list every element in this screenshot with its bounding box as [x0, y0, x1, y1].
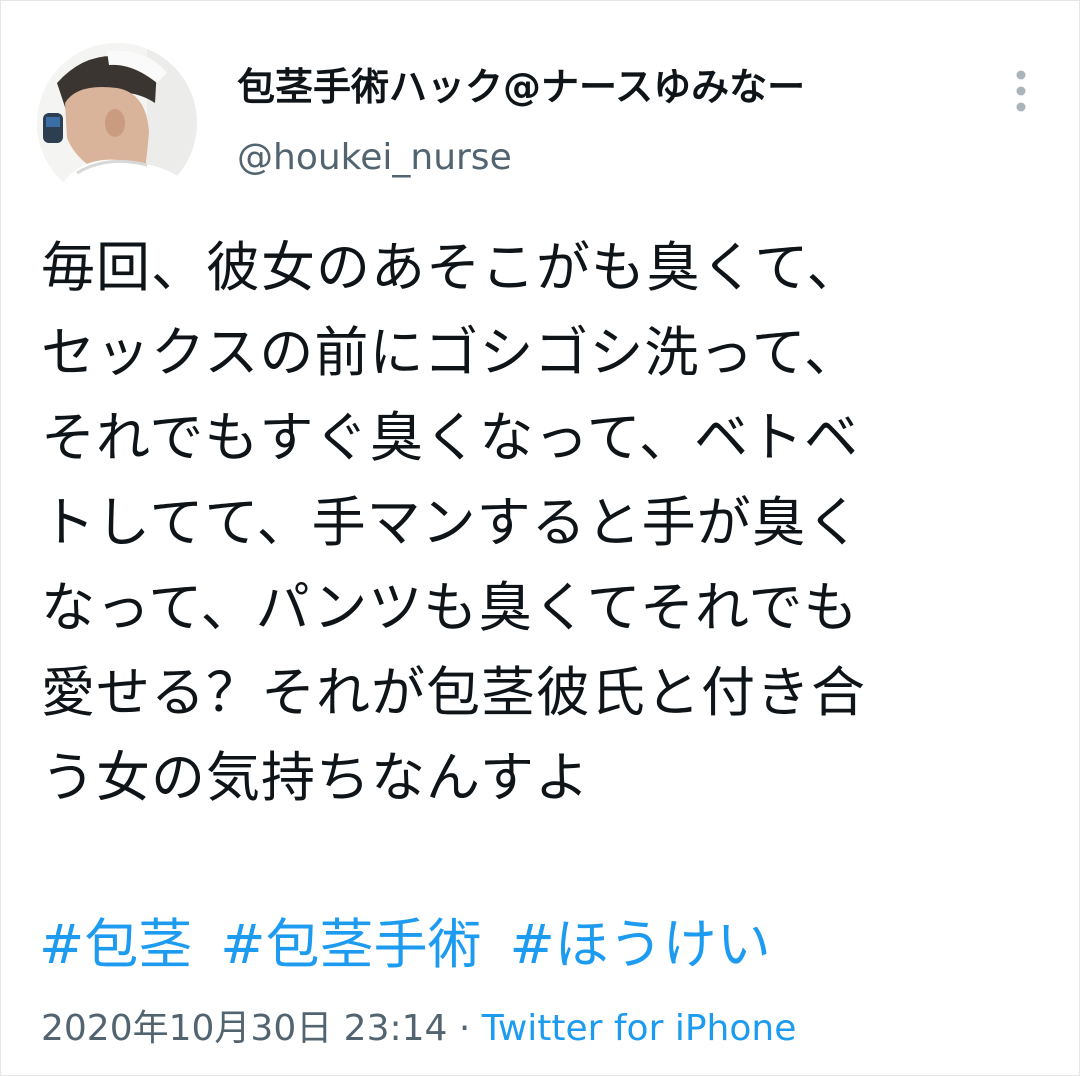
- tweet-card: 包茎手術ハック@ナースゆみなー @houkei_nurse 毎回、彼女のあそこが…: [0, 0, 1080, 1076]
- author-handle[interactable]: @houkei_nurse: [237, 133, 512, 183]
- hashtag-list: #包茎 #包茎手術 #ほうけい: [39, 905, 799, 985]
- more-vertical-icon: [1016, 70, 1026, 112]
- avatar-photo: [37, 43, 197, 203]
- hashtag-link[interactable]: #包茎手術: [220, 913, 481, 976]
- more-options-button[interactable]: [997, 63, 1045, 119]
- author-display-name[interactable]: 包茎手術ハック@ナースゆみなー: [237, 59, 805, 115]
- tweet-source-link[interactable]: Twitter for iPhone: [482, 1008, 797, 1049]
- avatar[interactable]: [37, 43, 197, 203]
- hashtag-link[interactable]: #ほうけい: [510, 913, 771, 976]
- tweet-timestamp[interactable]: 2020年10月30日 23:14: [41, 1008, 447, 1049]
- hashtag-link[interactable]: #包茎: [39, 913, 192, 976]
- tweet-text: 毎回、彼女のあそこがも臭くて、 セックスの前にゴシゴシ洗って、 それでもすぐ臭く…: [41, 236, 866, 809]
- meta-separator: ·: [447, 1008, 482, 1049]
- tweet-meta: 2020年10月30日 23:14 · Twitter for iPhone: [41, 1001, 796, 1057]
